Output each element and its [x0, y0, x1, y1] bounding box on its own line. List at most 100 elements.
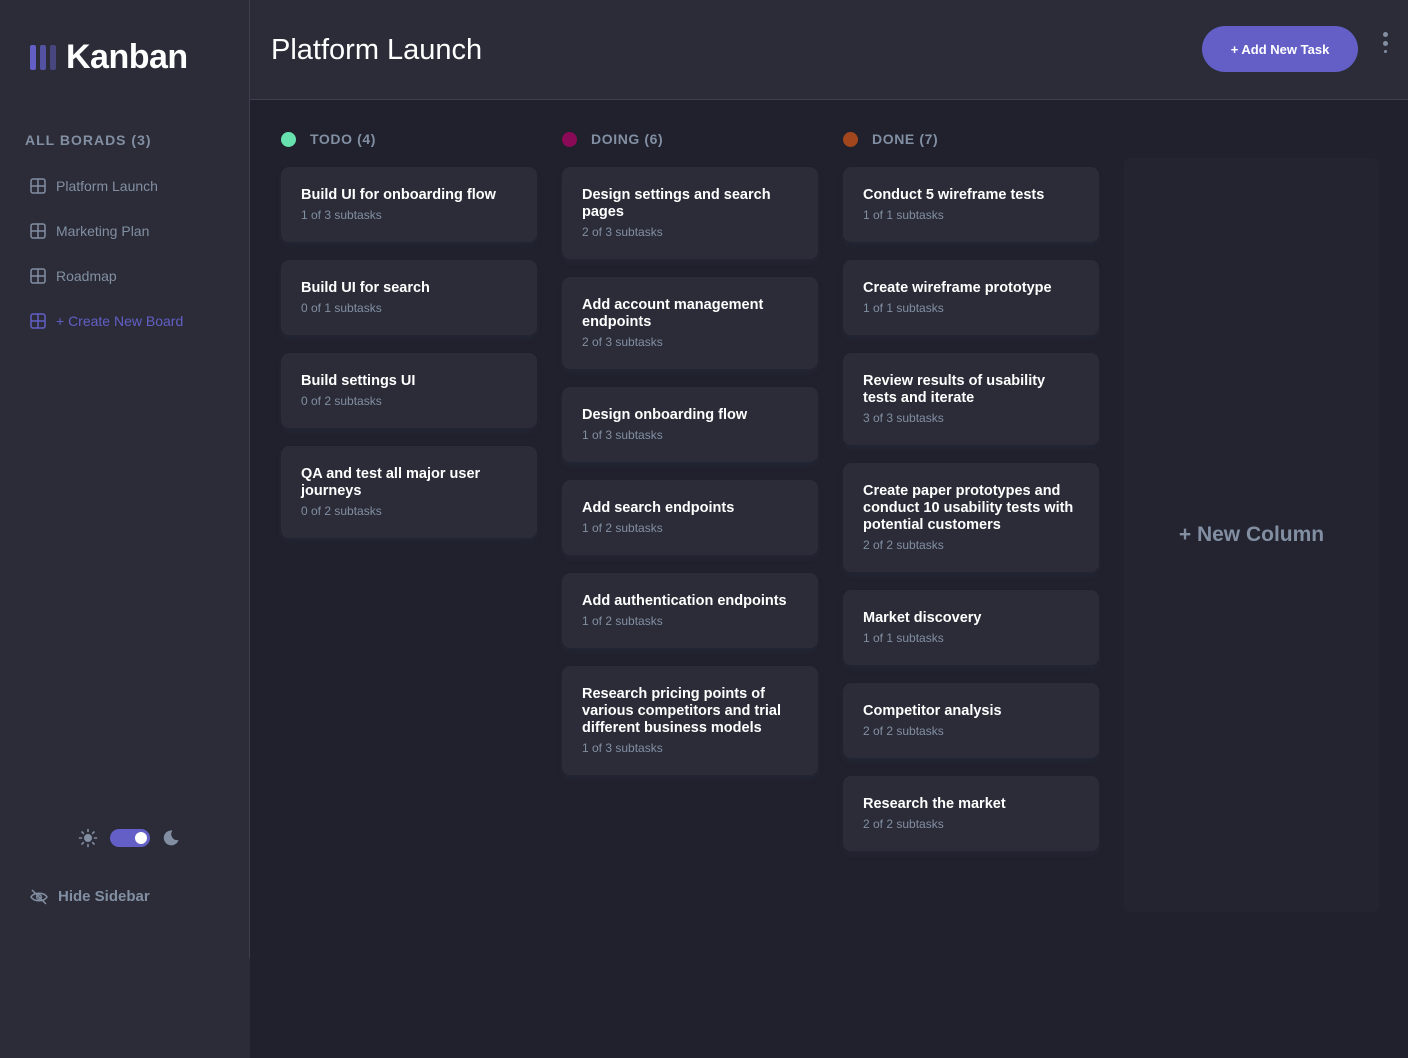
- column-title: DONE (7): [872, 131, 939, 147]
- board-icon: [30, 267, 46, 284]
- board-icon: [30, 177, 46, 194]
- sidebar-item-label: Marketing Plan: [56, 222, 150, 239]
- card-list: Conduct 5 wireframe tests 1 of 1 subtask…: [843, 167, 1099, 851]
- task-card[interactable]: Competitor analysis 2 of 2 subtasks: [843, 683, 1099, 758]
- theme-switch-knob: [135, 832, 147, 844]
- sidebar-item-roadmap[interactable]: Roadmap: [0, 253, 249, 298]
- subtask-count: 1 of 3 subtasks: [582, 741, 663, 755]
- task-card[interactable]: Design settings and search pages 2 of 3 …: [562, 167, 818, 259]
- sidebar-item-label: Roadmap: [56, 267, 117, 284]
- theme-toggle: [78, 828, 180, 848]
- task-card[interactable]: Build UI for search 0 of 1 subtasks: [281, 260, 537, 335]
- logo-text: Kanban: [66, 38, 188, 76]
- subtask-count: 1 of 1 subtasks: [863, 301, 944, 315]
- column-done: DONE (7) Conduct 5 wireframe tests 1 of …: [843, 128, 1099, 869]
- column-status-dot: [281, 131, 296, 147]
- subtask-count: 2 of 3 subtasks: [582, 225, 663, 239]
- sidebar-lower-panel: [0, 958, 250, 1058]
- subtask-count: 2 of 3 subtasks: [582, 335, 663, 349]
- sun-icon: [78, 828, 98, 848]
- subtask-count: 2 of 2 subtasks: [863, 724, 944, 738]
- task-title: Build UI for onboarding flow: [301, 187, 496, 203]
- task-card[interactable]: Review results of usability tests and it…: [843, 353, 1099, 445]
- task-card[interactable]: Create paper prototypes and conduct 10 u…: [843, 463, 1099, 572]
- task-card[interactable]: Build UI for onboarding flow 1 of 3 subt…: [281, 167, 537, 242]
- column-header: DOING (6): [562, 128, 818, 150]
- task-card[interactable]: Create wireframe prototype 1 of 1 subtas…: [843, 260, 1099, 335]
- column-doing: DOING (6) Design settings and search pag…: [562, 128, 818, 793]
- task-title: Create paper prototypes and conduct 10 u…: [863, 483, 1074, 533]
- card-list: Build UI for onboarding flow 1 of 3 subt…: [281, 167, 537, 538]
- column-status-dot: [562, 131, 577, 147]
- subtask-count: 1 of 3 subtasks: [582, 428, 663, 442]
- task-card[interactable]: Research pricing points of various compe…: [562, 666, 818, 775]
- sidebar-item-label: Platform Launch: [56, 177, 158, 194]
- subtask-count: 0 of 2 subtasks: [301, 504, 382, 518]
- task-card[interactable]: Add account management endpoints 2 of 3 …: [562, 277, 818, 369]
- hide-sidebar-button[interactable]: Hide Sidebar: [30, 888, 150, 905]
- task-title: Research the market: [863, 796, 1006, 812]
- task-card[interactable]: Add authentication endpoints 1 of 2 subt…: [562, 573, 818, 648]
- task-card[interactable]: Conduct 5 wireframe tests 1 of 1 subtask…: [843, 167, 1099, 242]
- subtask-count: 1 of 2 subtasks: [582, 521, 663, 535]
- task-title: Design settings and search pages: [582, 187, 771, 220]
- subtask-count: 2 of 2 subtasks: [863, 817, 944, 831]
- subtask-count: 1 of 3 subtasks: [301, 208, 382, 222]
- task-title: Market discovery: [863, 610, 982, 626]
- board-icon: [30, 312, 46, 329]
- task-title: Competitor analysis: [863, 703, 1002, 719]
- moon-icon: [163, 830, 179, 846]
- task-card[interactable]: Add search endpoints 1 of 2 subtasks: [562, 480, 818, 555]
- logo: Kanban: [30, 38, 188, 77]
- task-title: Research pricing points of various compe…: [582, 686, 782, 736]
- column-title: DOING (6): [591, 131, 664, 147]
- sidebar: Kanban ALL BORADS (3) Platform Launch Ma…: [0, 0, 250, 958]
- subtask-count: 3 of 3 subtasks: [863, 411, 944, 425]
- create-new-board-label: + Create New Board: [56, 312, 184, 329]
- task-title: QA and test all major user journeys: [301, 466, 481, 499]
- board-list: Platform Launch Marketing Plan Roadmap +…: [0, 163, 249, 343]
- subtask-count: 0 of 2 subtasks: [301, 394, 382, 408]
- theme-switch[interactable]: [110, 829, 150, 847]
- task-title: Add authentication endpoints: [582, 593, 787, 609]
- sidebar-item-platform-launch[interactable]: Platform Launch: [0, 163, 249, 208]
- subtask-count: 1 of 1 subtasks: [863, 631, 944, 645]
- task-title: Conduct 5 wireframe tests: [863, 187, 1045, 203]
- task-title: Add account management endpoints: [582, 297, 764, 330]
- hide-sidebar-label: Hide Sidebar: [58, 888, 150, 905]
- task-card[interactable]: Market discovery 1 of 1 subtasks: [843, 590, 1099, 665]
- eye-slash-icon: [30, 888, 48, 905]
- card-list: Design settings and search pages 2 of 3 …: [562, 167, 818, 775]
- task-title: Build settings UI: [301, 373, 416, 389]
- column-todo: TODO (4) Build UI for onboarding flow 1 …: [281, 128, 537, 556]
- task-title: Create wireframe prototype: [863, 280, 1052, 296]
- task-title: Add search endpoints: [582, 500, 735, 516]
- kanban-logo-icon: [30, 45, 56, 70]
- sidebar-item-marketing-plan[interactable]: Marketing Plan: [0, 208, 249, 253]
- task-title: Build UI for search: [301, 280, 430, 296]
- column-header: TODO (4): [281, 128, 537, 150]
- task-title: Review results of usability tests and it…: [863, 373, 1046, 406]
- task-card[interactable]: Research the market 2 of 2 subtasks: [843, 776, 1099, 851]
- column-status-dot: [843, 131, 858, 147]
- column-title: TODO (4): [310, 131, 376, 147]
- create-new-board-button[interactable]: + Create New Board: [0, 298, 249, 343]
- task-card[interactable]: Design onboarding flow 1 of 3 subtasks: [562, 387, 818, 462]
- new-column-label: + New Column: [1178, 523, 1325, 546]
- subtask-count: 1 of 1 subtasks: [863, 208, 944, 222]
- kanban-app: Kanban ALL BORADS (3) Platform Launch Ma…: [0, 0, 1408, 1058]
- new-column-button[interactable]: + New Column: [1124, 158, 1379, 912]
- task-card[interactable]: Build settings UI 0 of 2 subtasks: [281, 353, 537, 428]
- more-options-icon[interactable]: [1378, 32, 1392, 68]
- subtask-count: 0 of 1 subtasks: [301, 301, 382, 315]
- column-header: DONE (7): [843, 128, 1099, 150]
- subtask-count: 2 of 2 subtasks: [863, 538, 944, 552]
- page-title: Platform Launch: [271, 34, 483, 66]
- task-title: Design onboarding flow: [582, 407, 748, 423]
- boards-heading: ALL BORADS (3): [25, 132, 152, 148]
- header: Platform Launch + Add New Task: [250, 0, 1408, 100]
- subtask-count: 1 of 2 subtasks: [582, 614, 663, 628]
- add-new-task-button[interactable]: + Add New Task: [1202, 26, 1358, 72]
- board-icon: [30, 222, 46, 239]
- task-card[interactable]: QA and test all major user journeys 0 of…: [281, 446, 537, 538]
